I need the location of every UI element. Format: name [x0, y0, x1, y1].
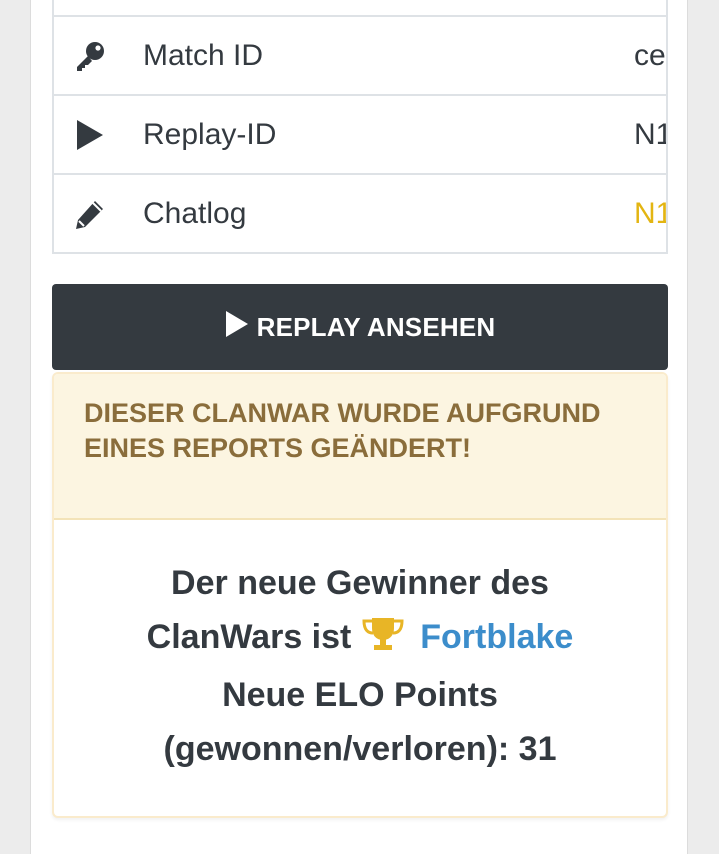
table-row — [54, 0, 666, 17]
winner-line-2: ClanWars ist Fortblake — [54, 610, 666, 668]
row-label: Match ID — [143, 39, 264, 72]
winner-clan-link[interactable]: Fortblake — [420, 618, 573, 656]
match-info-table: Match ID ce Replay-ID N1 Chatlog N1 — [52, 0, 668, 254]
row-label: Chatlog — [143, 197, 247, 230]
row-label: Replay-ID — [143, 118, 277, 151]
pencil-icon — [73, 197, 107, 231]
watch-replay-label: REPLAY ANSEHEN — [256, 311, 496, 342]
table-row-replay-id: Replay-ID N1 — [54, 96, 666, 175]
winner-prefix: ClanWars ist — [146, 618, 352, 656]
table-row-match-id: Match ID ce — [54, 17, 666, 96]
notice-heading: DIESER CLANWAR WURDE AUFGRUND EINES REPO… — [54, 374, 666, 520]
elo-line-2: (gewonnen/verloren): 31 — [163, 730, 557, 768]
content-panel: Match ID ce Replay-ID N1 Chatlog N1 — [30, 0, 688, 854]
watch-replay-button[interactable]: REPLAY ANSEHEN — [52, 284, 668, 370]
key-icon — [73, 39, 107, 73]
winner-line-1: Der neue Gewinner des — [171, 564, 549, 602]
clanwar-changed-notice: DIESER CLANWAR WURDE AUFGRUND EINES REPO… — [52, 372, 668, 818]
trophy-icon — [361, 614, 405, 668]
notice-body: Der neue Gewinner des ClanWars ist Fortb… — [54, 520, 666, 776]
play-icon — [73, 118, 107, 152]
elo-line-1: Neue ELO Points — [222, 676, 498, 714]
play-icon — [225, 310, 257, 345]
replay-id-value[interactable]: N1 — [634, 116, 666, 154]
table-row-chatlog: Chatlog N1 — [54, 175, 666, 254]
match-id-value[interactable]: ce — [634, 37, 666, 75]
chatlog-link[interactable]: N1 — [634, 195, 666, 233]
